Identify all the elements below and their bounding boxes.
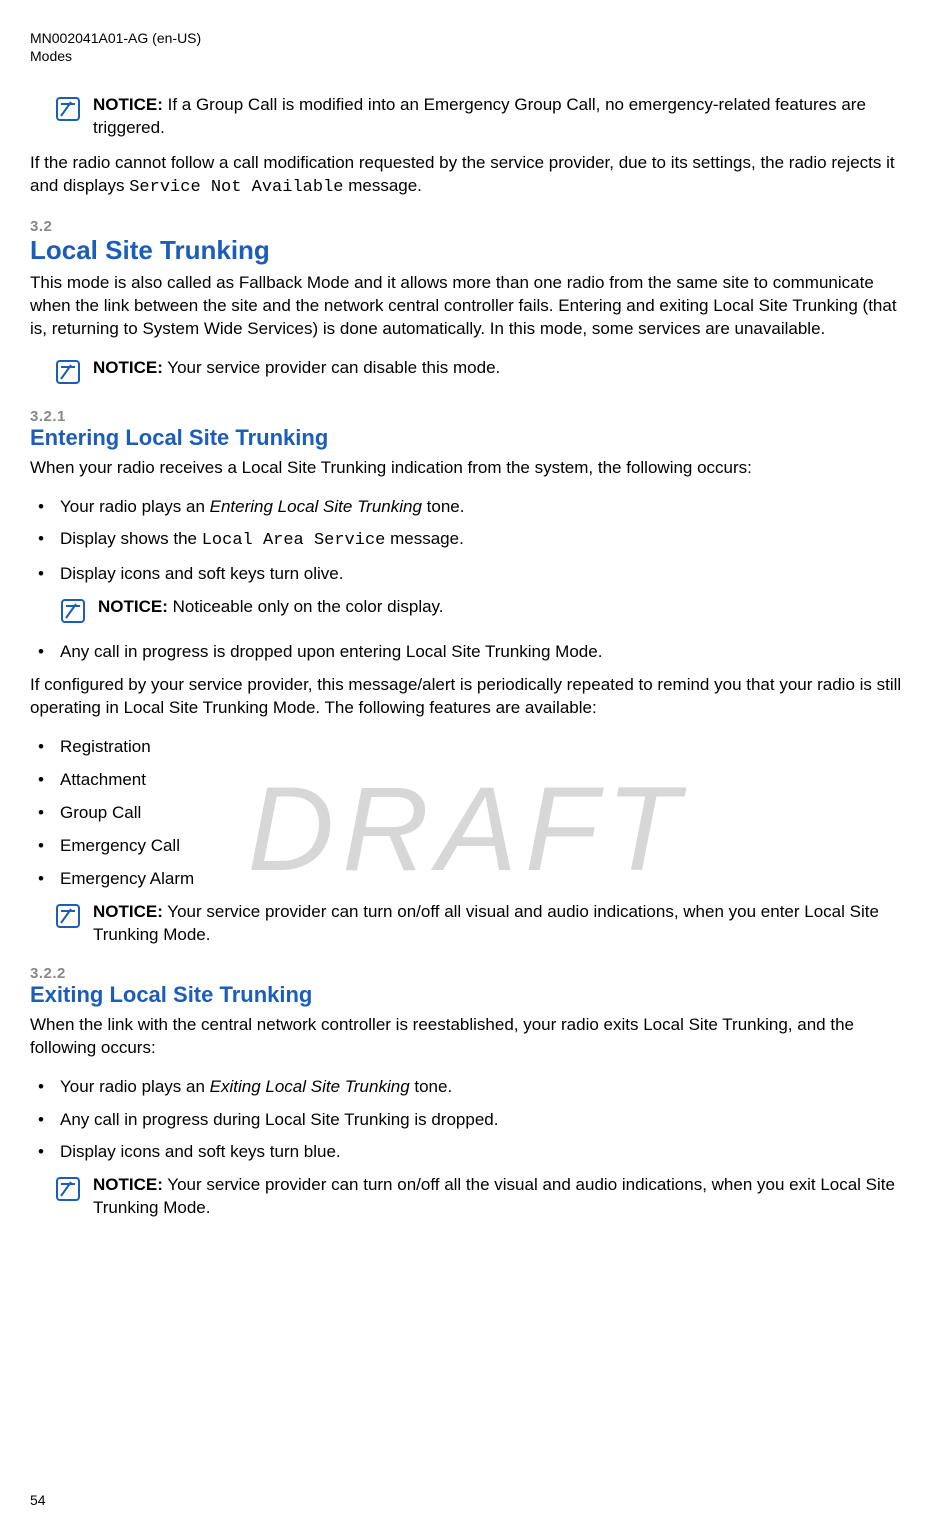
notice-enter-indications: NOTICE: Your service provider can turn o… <box>30 901 905 947</box>
list-entering-occurs: Your radio plays an Entering Local Site … <box>30 496 905 587</box>
text-segment: Your radio plays an <box>60 1077 210 1096</box>
paragraph-exiting-intro: When the link with the central network c… <box>30 1014 905 1060</box>
paragraph-features-available: If configured by your service provider, … <box>30 674 905 720</box>
notice-body: If a Group Call is modified into an Emer… <box>93 95 866 137</box>
list-item: Your radio plays an Exiting Local Site T… <box>30 1076 905 1099</box>
list-entering-continued: Any call in progress is dropped upon ent… <box>30 641 905 664</box>
mono-service-not-available: Service Not Available <box>129 178 343 197</box>
text-segment: message. <box>343 176 421 195</box>
mono-local-area-service: Local Area Service <box>202 531 386 550</box>
section-3-2-2: 3.2.2 Exiting Local Site Trunking <box>30 965 905 1008</box>
italic-exiting-tone: Exiting Local Site Trunking <box>210 1077 410 1096</box>
notice-body: Your service provider can turn on/off al… <box>93 902 879 944</box>
section-number: 3.2 <box>30 218 905 235</box>
section-3-2: 3.2 Local Site Trunking <box>30 218 905 266</box>
section-title-exiting: Exiting Local Site Trunking <box>30 982 905 1008</box>
notice-icon <box>55 903 81 934</box>
notice-label: NOTICE: <box>93 358 163 377</box>
notice-body: Noticeable only on the color display. <box>168 597 444 616</box>
paragraph-fallback-mode: This mode is also called as Fallback Mod… <box>30 272 905 341</box>
list-item: Any call in progress is dropped upon ent… <box>30 641 905 664</box>
notice-icon <box>55 96 81 127</box>
notice-group-call-modified: NOTICE: If a Group Call is modified into… <box>30 94 905 140</box>
notice-text: NOTICE: Noticeable only on the color dis… <box>98 596 444 619</box>
notice-body: Your service provider can disable this m… <box>163 358 500 377</box>
notice-label: NOTICE: <box>93 1175 163 1194</box>
paragraph-call-modification: If the radio cannot follow a call modifi… <box>30 152 905 200</box>
list-item: Emergency Alarm <box>30 868 905 891</box>
text-segment: Display shows the <box>60 529 202 548</box>
notice-text: NOTICE: Your service provider can disabl… <box>93 357 500 380</box>
section-title-entering: Entering Local Site Trunking <box>30 425 905 451</box>
notice-body: Your service provider can turn on/off al… <box>93 1175 895 1217</box>
list-item: Registration <box>30 736 905 759</box>
notice-label: NOTICE: <box>93 95 163 114</box>
section-number: 3.2.2 <box>30 965 905 982</box>
text-segment: tone. <box>410 1077 453 1096</box>
list-item: Your radio plays an Entering Local Site … <box>30 496 905 519</box>
notice-icon <box>60 598 86 629</box>
header-chapter: Modes <box>30 48 905 64</box>
section-title-local-site-trunking: Local Site Trunking <box>30 235 905 266</box>
notice-provider-disable: NOTICE: Your service provider can disabl… <box>30 357 905 390</box>
text-segment: Your radio plays an <box>60 497 210 516</box>
list-item: Any call in progress during Local Site T… <box>30 1109 905 1132</box>
list-item: Emergency Call <box>30 835 905 858</box>
list-item: Display icons and soft keys turn blue. <box>30 1141 905 1164</box>
list-features: Registration Attachment Group Call Emerg… <box>30 736 905 891</box>
notice-color-display: NOTICE: Noticeable only on the color dis… <box>30 596 905 629</box>
text-segment: tone. <box>422 497 465 516</box>
section-number: 3.2.1 <box>30 408 905 425</box>
notice-exit-indications: NOTICE: Your service provider can turn o… <box>30 1174 905 1220</box>
list-item: Display shows the Local Area Service mes… <box>30 528 905 553</box>
notice-icon <box>55 1176 81 1207</box>
notice-text: NOTICE: Your service provider can turn o… <box>93 1174 905 1220</box>
list-item: Display icons and soft keys turn olive. <box>30 563 905 586</box>
italic-entering-tone: Entering Local Site Trunking <box>210 497 422 516</box>
notice-label: NOTICE: <box>93 902 163 921</box>
paragraph-entering-intro: When your radio receives a Local Site Tr… <box>30 457 905 480</box>
list-item: Group Call <box>30 802 905 825</box>
list-item: Attachment <box>30 769 905 792</box>
page-number: 54 <box>30 1492 46 1508</box>
notice-label: NOTICE: <box>98 597 168 616</box>
list-exiting-occurs: Your radio plays an Exiting Local Site T… <box>30 1076 905 1165</box>
notice-text: NOTICE: If a Group Call is modified into… <box>93 94 905 140</box>
notice-icon <box>55 359 81 390</box>
notice-text: NOTICE: Your service provider can turn o… <box>93 901 905 947</box>
section-3-2-1: 3.2.1 Entering Local Site Trunking <box>30 408 905 451</box>
header-doc-code: MN002041A01-AG (en-US) <box>30 30 905 46</box>
text-segment: message. <box>385 529 463 548</box>
